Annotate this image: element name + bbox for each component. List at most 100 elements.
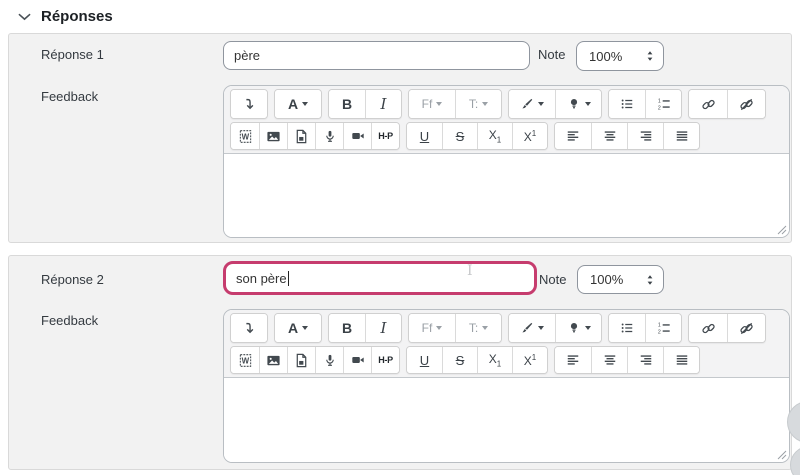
link-icon (701, 97, 716, 112)
paintbrush-icon (520, 321, 534, 335)
note-select[interactable]: 100% (576, 41, 664, 71)
word-import-button[interactable]: W (231, 347, 259, 373)
resize-handle-icon[interactable] (777, 225, 787, 235)
highlight-button[interactable] (555, 314, 601, 342)
h5p-button[interactable]: H-P (371, 347, 399, 373)
font-size-button[interactable]: T: (455, 90, 501, 118)
text-color-button[interactable] (509, 314, 555, 342)
editor-toolbar: A B I Ff T: 12 (224, 86, 789, 154)
align-center-icon (603, 353, 617, 367)
justify-button[interactable] (663, 347, 699, 373)
answer-input[interactable]: père (223, 41, 530, 70)
unordered-list-button[interactable] (609, 90, 645, 118)
superscript-button[interactable]: X1 (512, 347, 547, 373)
align-right-icon (639, 129, 653, 143)
answer-label: Réponse 1 (41, 47, 104, 62)
svg-text:1: 1 (657, 99, 660, 105)
answer-input-highlighted[interactable]: son père (223, 261, 537, 295)
answer-section-2: Réponse 2 son père Note 100% Feedback A … (8, 255, 792, 470)
unlink-button[interactable] (727, 314, 765, 342)
ordered-list-button[interactable]: 12 (645, 90, 681, 118)
subscript-button[interactable]: X1 (477, 347, 512, 373)
file-icon (294, 353, 309, 368)
underline-button[interactable]: U (407, 123, 442, 149)
numbered-list-icon: 12 (657, 97, 671, 111)
select-spinner-icon (646, 50, 654, 62)
justify-button[interactable] (663, 123, 699, 149)
subscript-button[interactable]: X1 (477, 123, 512, 149)
bold-button[interactable]: B (329, 90, 365, 118)
highlight-button[interactable] (555, 90, 601, 118)
align-right-button[interactable] (627, 123, 663, 149)
italic-button[interactable]: I (365, 90, 401, 118)
caret-down-icon (538, 326, 544, 330)
collapse-arrow-icon (242, 321, 256, 335)
note-select-value: 100% (589, 49, 622, 64)
word-document-icon: W (238, 129, 253, 144)
paragraph-styles-button[interactable]: A (275, 314, 321, 342)
file-icon (294, 129, 309, 144)
insert-file-button[interactable] (287, 347, 315, 373)
link-button[interactable] (689, 90, 727, 118)
insert-image-button[interactable] (259, 123, 287, 149)
svg-text:2: 2 (657, 329, 660, 335)
h5p-button[interactable]: H-P (371, 123, 399, 149)
record-audio-button[interactable] (315, 347, 343, 373)
insert-image-button[interactable] (259, 347, 287, 373)
underline-button[interactable]: U (407, 347, 442, 373)
feedback-editor-content[interactable] (224, 378, 789, 462)
feedback-editor: A B I Ff T: 12 (223, 309, 790, 463)
caret-down-icon (538, 102, 544, 106)
word-import-button[interactable]: W (231, 123, 259, 149)
font-size-button[interactable]: T: (455, 314, 501, 342)
align-left-button[interactable] (555, 123, 591, 149)
unlink-icon (739, 97, 754, 112)
strikethrough-button[interactable]: S (442, 123, 477, 149)
record-video-button[interactable] (343, 347, 371, 373)
italic-button[interactable]: I (365, 314, 401, 342)
unlink-button[interactable] (727, 90, 765, 118)
font-family-button[interactable]: Ff (409, 314, 455, 342)
toolbar-collapse-button[interactable] (231, 90, 267, 118)
chevron-down-icon[interactable] (18, 13, 31, 21)
superscript-button[interactable]: X1 (512, 123, 547, 149)
page-title[interactable]: Réponses (41, 8, 113, 25)
select-spinner-icon (646, 274, 654, 286)
resize-handle-icon[interactable] (777, 450, 787, 460)
feedback-editor: A B I Ff T: 12 (223, 85, 790, 238)
image-icon (266, 129, 281, 144)
text-color-button[interactable] (509, 90, 555, 118)
record-video-button[interactable] (343, 123, 371, 149)
insert-file-button[interactable] (287, 123, 315, 149)
align-center-button[interactable] (591, 123, 627, 149)
answer-input-value: son père (236, 271, 287, 286)
unordered-list-button[interactable] (609, 314, 645, 342)
toolbar-collapse-button[interactable] (231, 314, 267, 342)
ordered-list-button[interactable]: 12 (645, 314, 681, 342)
font-family-button[interactable]: Ff (409, 90, 455, 118)
feedback-editor-content[interactable] (224, 154, 789, 237)
answer-input-value: père (234, 48, 260, 63)
bullet-list-icon (620, 321, 634, 335)
paragraph-styles-button[interactable]: A (275, 90, 321, 118)
strikethrough-button[interactable]: S (442, 347, 477, 373)
link-button[interactable] (689, 314, 727, 342)
note-select[interactable]: 100% (577, 265, 664, 294)
align-left-icon (566, 353, 580, 367)
caret-down-icon (302, 326, 308, 330)
record-audio-button[interactable] (315, 123, 343, 149)
microphone-icon (323, 129, 337, 144)
justify-icon (675, 129, 689, 143)
bullet-list-icon (620, 97, 634, 111)
align-right-icon (639, 353, 653, 367)
caret-down-icon (436, 326, 442, 330)
caret-down-icon (302, 102, 308, 106)
align-center-button[interactable] (591, 347, 627, 373)
justify-icon (675, 353, 689, 367)
bold-button[interactable]: B (329, 314, 365, 342)
video-camera-icon (350, 353, 366, 367)
microphone-icon (323, 353, 337, 368)
align-left-button[interactable] (555, 347, 591, 373)
align-right-button[interactable] (627, 347, 663, 373)
answer-section-1: Réponse 1 père Note 100% Feedback A B I … (8, 33, 792, 243)
